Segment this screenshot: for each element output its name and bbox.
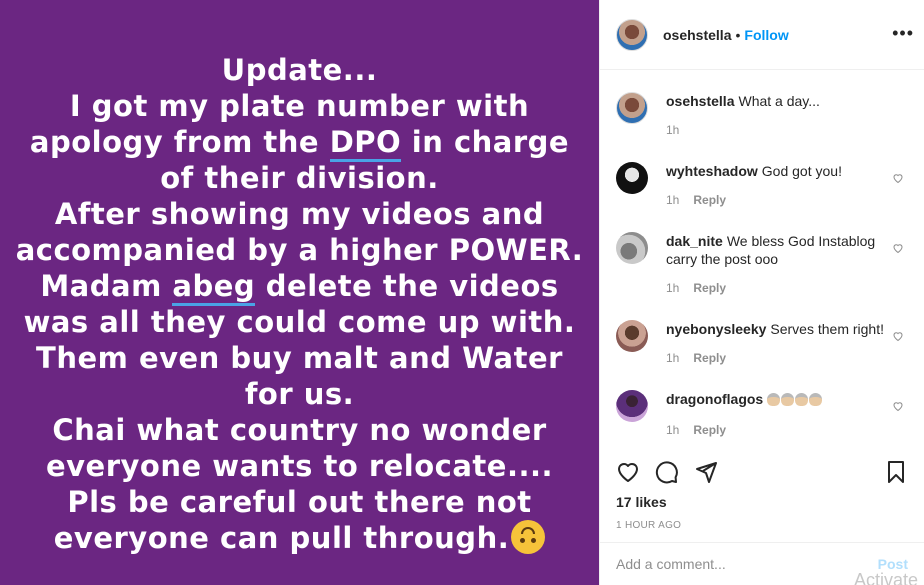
header-username[interactable]: osehstella	[663, 27, 731, 43]
like-comment-heart-icon[interactable]	[892, 242, 904, 254]
like-comment-heart-icon[interactable]	[892, 400, 904, 412]
follow-button[interactable]: Follow	[744, 27, 788, 43]
comment-text: nyebonysleeky Serves them right!	[666, 320, 908, 338]
story-line: Update...	[221, 53, 378, 87]
comment-username[interactable]: wyhteshadow	[666, 163, 758, 179]
avatar[interactable]	[616, 320, 648, 352]
more-options-icon[interactable]: •••	[892, 24, 914, 42]
comment-meta: 1h Reply	[666, 423, 908, 437]
story-line: apology from the DPO in charge	[10, 124, 590, 162]
story-line-part: apology from the	[29, 125, 330, 159]
comment-time[interactable]: 1h	[666, 193, 679, 207]
story-line: was all they could come up with.	[23, 305, 576, 339]
post-image[interactable]: Update... I got my plate number with apo…	[0, 0, 599, 585]
comment-text: dak_nite We bless God Instablog carry the…	[666, 232, 878, 268]
story-line: After showing my videos and	[54, 197, 545, 231]
story-line: Pls be careful out there not	[67, 485, 532, 519]
comment-username[interactable]: nyebonysleeky	[666, 321, 766, 337]
post-timestamp[interactable]: 1 HOUR AGO	[616, 520, 681, 531]
avatar[interactable]	[616, 232, 648, 264]
like-heart-icon[interactable]	[616, 460, 640, 484]
story-line-part: Madam	[40, 269, 173, 303]
comment: dragonoflagos 1h Reply	[616, 390, 908, 437]
post-header: osehstella • Follow •••	[600, 0, 924, 70]
comment-text: dragonoflagos	[666, 390, 908, 410]
story-line: for us.	[244, 377, 355, 411]
comment-meta: 1h	[666, 123, 908, 137]
comment: nyebonysleeky Serves them right! 1h Reply	[616, 320, 908, 365]
underlined-word: DPO	[329, 125, 402, 162]
story-last-line: everyone can pull through.	[53, 521, 510, 555]
story-line: everyone wants to relocate....	[45, 449, 554, 483]
reply-button[interactable]: Reply	[693, 193, 726, 207]
comment-meta: 1h Reply	[666, 193, 908, 207]
likes-count[interactable]: 17 likes	[616, 494, 667, 510]
share-send-icon[interactable]	[694, 460, 718, 484]
comment-username[interactable]: dragonoflagos	[666, 391, 763, 407]
reply-button[interactable]: Reply	[693, 281, 726, 295]
comment-body: What a day...	[738, 93, 820, 109]
comment-text: wyhteshadow God got you!	[666, 162, 908, 180]
reply-button[interactable]: Reply	[693, 351, 726, 365]
comment-time[interactable]: 1h	[666, 281, 679, 295]
action-bar	[616, 450, 908, 490]
story-line: everyone can pull through.	[10, 520, 590, 556]
separator-dot: •	[735, 26, 741, 43]
comment-bubble-icon[interactable]	[655, 460, 679, 484]
avatar[interactable]	[616, 162, 648, 194]
story-line: Them even buy malt and Water	[36, 341, 563, 375]
add-comment-input[interactable]: Add a comment...	[616, 556, 878, 572]
comment-body: Serves them right!	[770, 321, 884, 337]
comment-meta: 1h Reply	[666, 351, 908, 365]
reply-button[interactable]: Reply	[693, 423, 726, 437]
story-line: of their division.	[160, 161, 439, 195]
avatar[interactable]	[616, 390, 648, 422]
save-bookmark-icon[interactable]	[884, 460, 908, 484]
clapping-emoji-icons	[767, 392, 823, 410]
like-comment-heart-icon[interactable]	[892, 330, 904, 342]
like-comment-heart-icon[interactable]	[892, 172, 904, 184]
comment-time[interactable]: 1h	[666, 351, 679, 365]
story-line: accompanied by a higher POWER.	[15, 233, 584, 267]
story-line: I got my plate number with	[69, 89, 530, 123]
upside-down-face-icon	[511, 520, 546, 554]
story-text: Update... I got my plate number with apo…	[10, 52, 590, 556]
story-line-part: in charge	[401, 125, 570, 159]
comment-username[interactable]: dak_nite	[666, 233, 723, 249]
underlined-word: abeg	[172, 269, 256, 306]
add-comment-bar: Add a comment... Post Activate	[600, 542, 924, 585]
story-line-part: delete the videos	[255, 269, 559, 303]
activate-windows-watermark: Activate	[853, 570, 918, 585]
comment-body: God got you!	[761, 163, 842, 179]
comment-time[interactable]: 1h	[666, 423, 679, 437]
comment: wyhteshadow God got you! 1h Reply	[616, 162, 908, 207]
caption-comment: osehstella What a day... 1h	[616, 92, 908, 137]
comment: dak_nite We bless God Instablog carry the…	[616, 232, 908, 295]
story-line: Madam abeg delete the videos	[10, 268, 590, 306]
comment-meta: 1h Reply	[666, 281, 878, 295]
comment-time[interactable]: 1h	[666, 123, 679, 137]
story-line: Chai what country no wonder	[52, 413, 547, 447]
comment-username[interactable]: osehstella	[666, 93, 734, 109]
avatar[interactable]	[616, 92, 648, 124]
avatar[interactable]	[616, 18, 648, 51]
comment-text: osehstella What a day...	[666, 92, 908, 110]
post-sidebar: osehstella • Follow ••• osehstella What a…	[599, 0, 924, 585]
